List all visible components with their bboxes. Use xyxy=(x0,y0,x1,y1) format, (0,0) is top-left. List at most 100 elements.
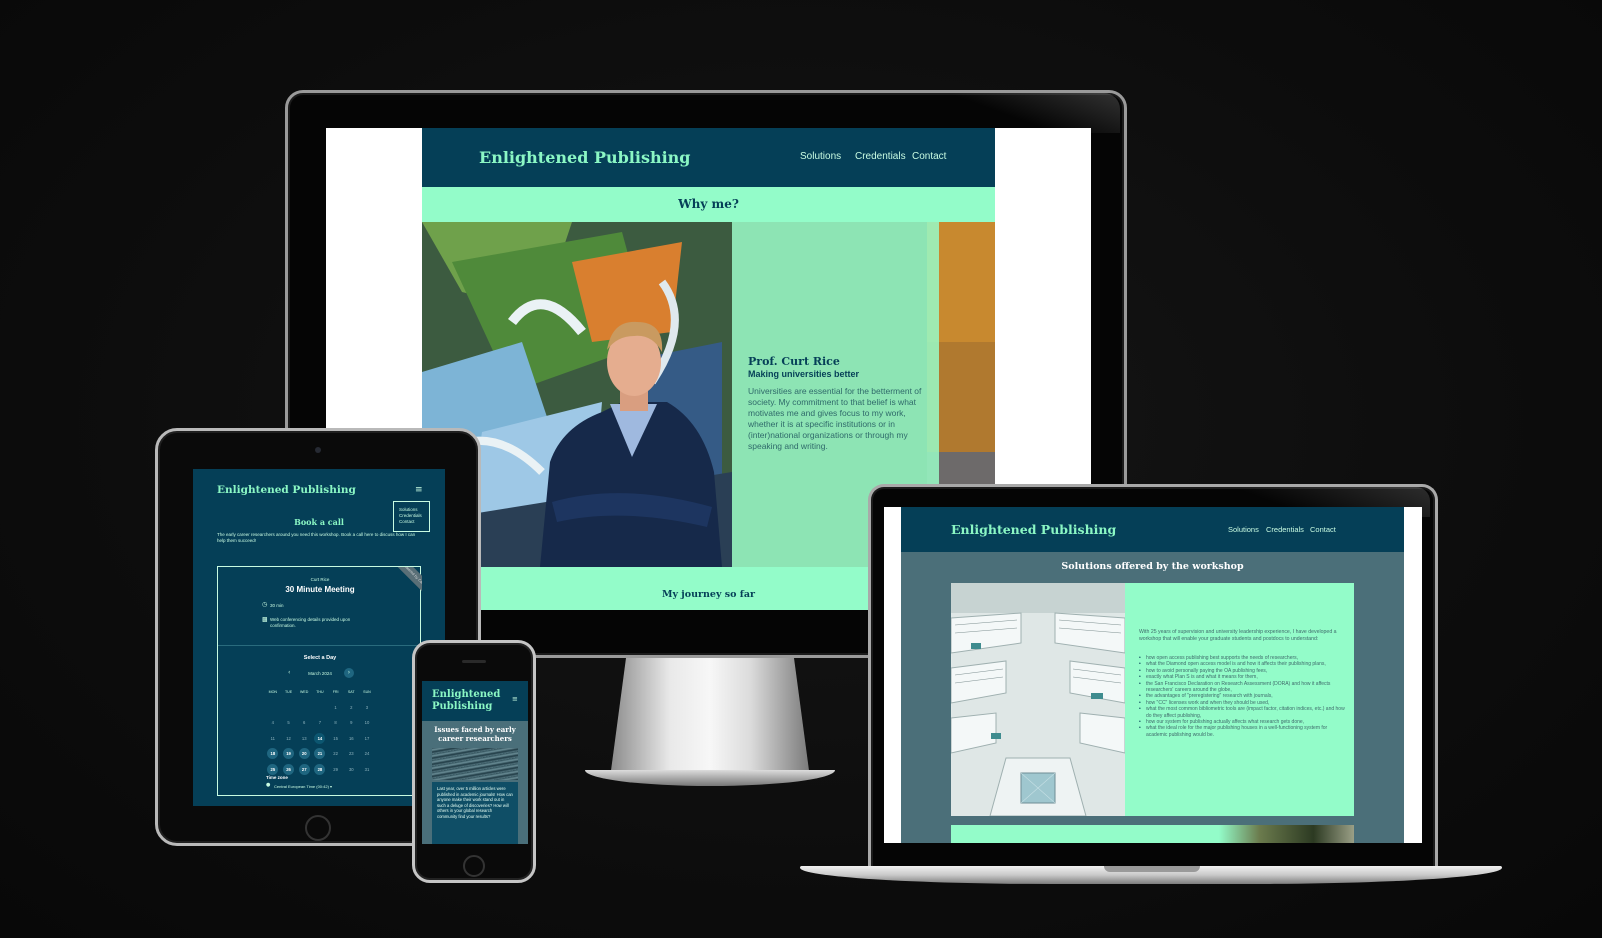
calendar-weekday: SAT xyxy=(347,689,355,694)
calendar-day: 17 xyxy=(359,736,375,741)
monitor-stand xyxy=(610,658,810,778)
meeting-title: 30 Minute Meeting xyxy=(285,585,355,594)
host-name: Curt Rice xyxy=(310,577,330,582)
calendar-day[interactable]: 27 xyxy=(296,763,312,775)
calendar-day[interactable]: 18 xyxy=(265,748,281,760)
nav-link-solutions[interactable]: Solutions xyxy=(1228,525,1259,534)
calendar-day[interactable]: 28 xyxy=(312,763,328,775)
next-section-photo xyxy=(1219,825,1354,843)
calendar-day[interactable]: 19 xyxy=(281,748,297,760)
divider xyxy=(218,645,422,646)
site-logo[interactable]: Enlightened Publishing xyxy=(951,522,1116,537)
calendar-week-row: 4 5 6 7 8 9 10 xyxy=(265,715,375,731)
chevron-right-icon[interactable]: › xyxy=(344,668,354,678)
calendar-day-number: 24 xyxy=(364,751,370,757)
list-item: what the most common bibliometric tools … xyxy=(1139,706,1345,719)
site-logo[interactable]: Enlightened Publishing xyxy=(479,148,691,167)
calendar-day-number[interactable]: 18 xyxy=(267,748,279,760)
meeting-duration: 30 min xyxy=(270,603,284,608)
tablet-home-button[interactable] xyxy=(305,815,331,841)
calendar-week-row: 11 12 13 14 15 16 17 xyxy=(265,731,375,747)
issues-text: Last year, over 5 million articles were … xyxy=(437,786,513,819)
nav-link-contact[interactable]: Contact xyxy=(1310,525,1336,534)
calendar-day-number: 17 xyxy=(364,735,370,741)
calendar-weekday: MON xyxy=(268,689,278,694)
calendar-weekday: TUE xyxy=(284,689,293,694)
monitor-base xyxy=(585,770,835,786)
video-icon: ▩ xyxy=(262,616,268,623)
calendar-day: 6 xyxy=(296,720,312,725)
calendar-day-number[interactable]: 26 xyxy=(283,763,295,775)
calendar-day: 2 xyxy=(343,705,359,710)
globe-icon: ● xyxy=(266,782,271,788)
calendar-day-number: 13 xyxy=(301,735,307,741)
calendar-day: 22 xyxy=(328,751,344,756)
calendar-day-number: 29 xyxy=(333,766,338,772)
nav-link-credentials[interactable]: Credentials xyxy=(855,151,906,162)
solutions-intro: With 25 years of supervision and univers… xyxy=(1139,629,1337,642)
hamburger-menu-icon[interactable]: ≡ xyxy=(512,695,518,703)
laptop-screen: Enlightened Publishing Solutions Credent… xyxy=(884,507,1422,843)
calendar-day-number[interactable]: 20 xyxy=(298,748,310,760)
bio-tagline: Making universities better xyxy=(748,369,860,379)
calendar-day-number: 4 xyxy=(271,720,275,726)
calendar-day-number: 30 xyxy=(348,766,354,772)
calendar-day-number: 2 xyxy=(350,704,353,710)
calendar-day-number: 7 xyxy=(318,720,322,726)
calendar-day-number[interactable]: 21 xyxy=(314,748,326,760)
timezone-select[interactable]: Central European Time (00:42) ▾ xyxy=(274,784,332,789)
calendar-weekday: THU xyxy=(316,689,324,694)
conferencing-note: Web conferencing details provided upon c… xyxy=(270,617,351,628)
list-item: what the ideal role for the major publis… xyxy=(1139,725,1345,738)
calendar-weekday: FRI xyxy=(332,689,339,694)
calendar-day-number[interactable]: 28 xyxy=(314,763,326,775)
calendar-day: 10 xyxy=(359,720,375,725)
calendar-day: 3 xyxy=(359,705,375,710)
site-logo[interactable]: Enlightened Publishing xyxy=(432,689,512,713)
calendar-day-number[interactable]: 27 xyxy=(298,763,310,775)
tablet-screen: Enlightened Publishing ≡ Solutions Crede… xyxy=(193,469,445,806)
hamburger-menu-icon[interactable]: ≡ xyxy=(415,485,423,495)
calendly-widget: powered by Calendly Curt Rice 30 Minute … xyxy=(217,566,422,796)
select-day-heading: Select a Day xyxy=(303,655,337,661)
calendar-day[interactable]: 21 xyxy=(312,748,328,760)
calendar-day-number[interactable]: 25 xyxy=(267,763,279,775)
calendar-day: 16 xyxy=(343,736,359,741)
water-photo xyxy=(432,748,518,780)
calendar-day-number: 15 xyxy=(333,735,338,741)
calendar-day: 12 xyxy=(281,736,297,741)
laptop-notch xyxy=(1104,866,1200,872)
calendar-day[interactable]: 20 xyxy=(296,748,312,760)
calendar-day: 31 xyxy=(359,767,375,772)
nav-link-contact[interactable]: Contact xyxy=(912,151,946,162)
calendar-day-number: 14 xyxy=(314,732,326,744)
section-title: Issues faced by early career researchers xyxy=(434,725,516,743)
calendar-day-number: 31 xyxy=(364,766,370,772)
calendar-day: 8 xyxy=(328,720,344,725)
solutions-list: how open access publishing best supports… xyxy=(1139,655,1345,738)
bio-name: Prof. Curt Rice xyxy=(748,355,840,368)
calendar-day: 15 xyxy=(328,736,344,741)
calendar-day[interactable]: 26 xyxy=(281,763,297,775)
calendar-weekday: SUN xyxy=(363,689,371,694)
calendar-day-number[interactable]: 19 xyxy=(283,748,295,760)
calendar-day-number: 22 xyxy=(333,751,338,757)
site-logo[interactable]: Enlightened Publishing xyxy=(217,484,356,496)
calendar-day-number: 12 xyxy=(286,735,291,741)
calendar-day: 30 xyxy=(343,767,359,772)
calendar-day-number: 16 xyxy=(348,735,354,741)
phone-home-button[interactable] xyxy=(463,855,485,877)
calendar-day[interactable]: 25 xyxy=(265,763,281,775)
calendar-day: 23 xyxy=(343,751,359,756)
intro-text: The early career researchers around you … xyxy=(217,532,416,543)
clock-icon: ◷ xyxy=(262,601,268,608)
library-photo xyxy=(951,583,1125,816)
nav-link-credentials[interactable]: Credentials xyxy=(1266,525,1304,534)
section-title: Solutions offered by the workshop xyxy=(1061,561,1244,572)
nav-link-solutions[interactable]: Solutions xyxy=(800,151,841,162)
calendar-day-number: 3 xyxy=(365,704,369,710)
calendar-day: 24 xyxy=(359,751,375,756)
timezone-label: Time zone xyxy=(266,775,288,780)
calendar-day: 7 xyxy=(312,720,328,725)
calendar-day-number: 11 xyxy=(270,735,276,741)
